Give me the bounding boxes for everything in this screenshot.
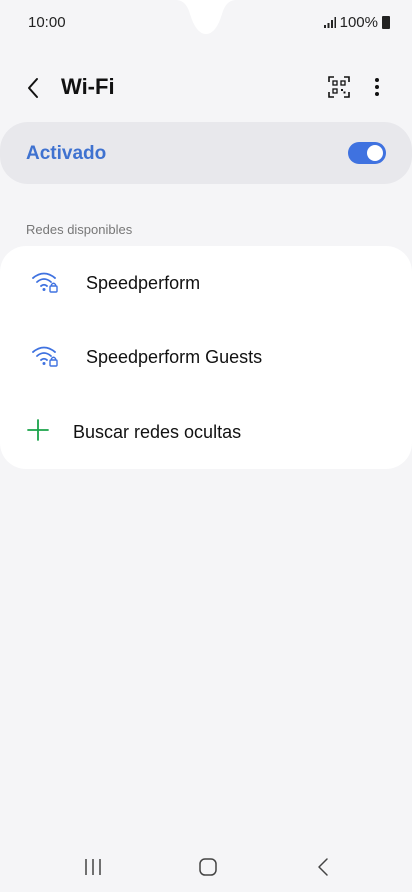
wifi-toggle-label: Activado [26, 143, 107, 164]
more-options-icon[interactable] [364, 74, 390, 100]
back-button[interactable] [20, 74, 48, 102]
qr-scan-icon[interactable] [326, 74, 352, 100]
camera-notch [176, 0, 236, 34]
plus-icon [27, 419, 49, 441]
status-indicators: 100% [323, 14, 390, 31]
page-title: Wi-Fi [61, 74, 115, 99]
home-icon[interactable] [198, 857, 218, 877]
wifi-secured-icon [32, 272, 58, 293]
wifi-secured-icon [32, 346, 58, 367]
section-header-available-networks: Redes disponibles [26, 222, 133, 237]
signal-icon [323, 17, 336, 28]
battery-percent: 100% [339, 14, 378, 31]
system-nav-bar [0, 850, 412, 892]
network-item[interactable]: Speedperform Guests [0, 320, 412, 394]
status-time: 10:00 [28, 14, 66, 31]
wifi-switch[interactable] [348, 142, 386, 164]
network-list: Speedperform Speedperform Guests Buscar … [0, 246, 412, 469]
network-item[interactable]: Speedperform [0, 246, 412, 320]
app-bar: Wi-Fi [0, 64, 412, 114]
battery-icon [382, 16, 390, 29]
add-hidden-network-button[interactable]: Buscar redes ocultas [0, 395, 412, 469]
add-hidden-network-label: Buscar redes ocultas [73, 422, 242, 442]
network-name: Speedperform Guests [86, 347, 263, 367]
network-name: Speedperform [86, 273, 201, 293]
recents-icon[interactable] [84, 858, 102, 876]
wifi-toggle-card[interactable]: Activado [0, 122, 412, 184]
status-bar: 10:00 100% [0, 0, 412, 46]
switch-knob [367, 145, 383, 161]
back-icon[interactable] [315, 857, 331, 877]
